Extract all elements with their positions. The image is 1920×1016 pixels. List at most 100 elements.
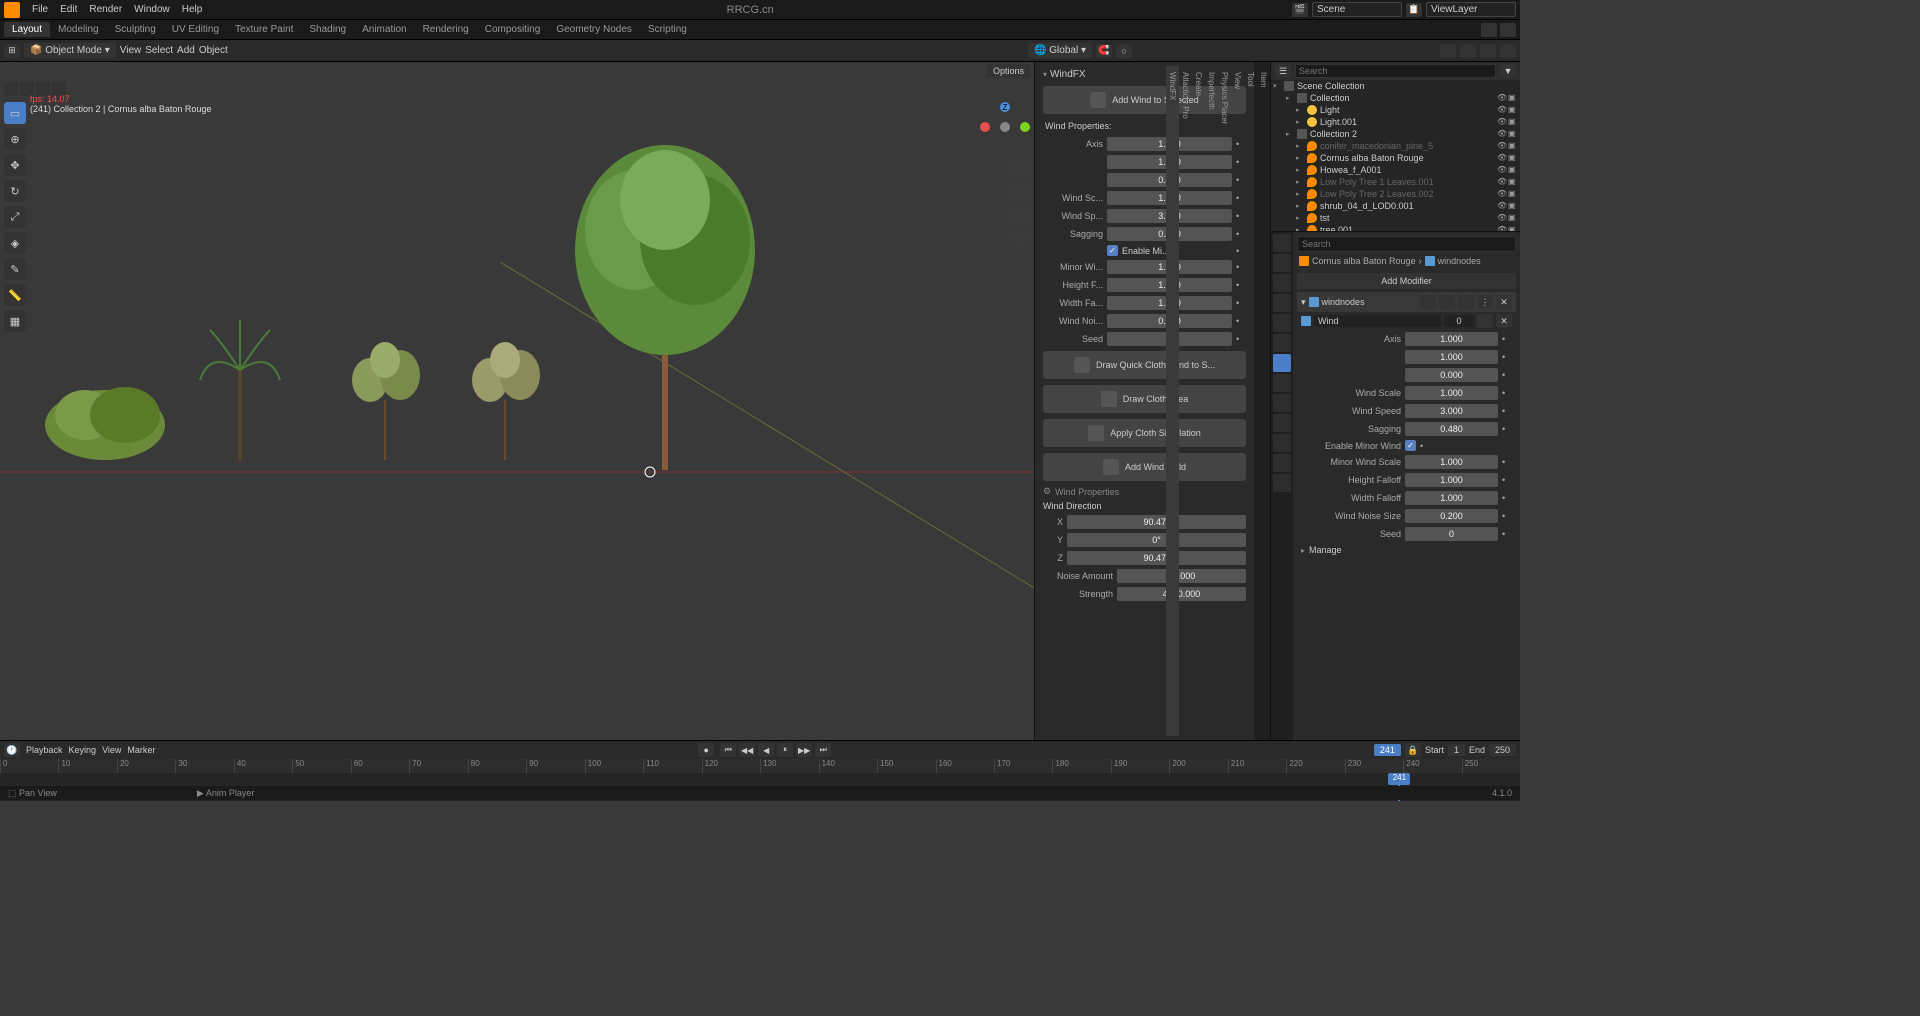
value-field[interactable]: 1.000 bbox=[1405, 332, 1498, 346]
prop-tab-object-icon[interactable] bbox=[1273, 334, 1291, 352]
menu-render[interactable]: Render bbox=[83, 4, 128, 15]
axis-z-icon[interactable]: Z bbox=[1000, 102, 1010, 112]
value-field[interactable]: 1.000 bbox=[1405, 455, 1498, 469]
editor-type-icon[interactable]: ⊞ bbox=[4, 44, 20, 58]
proportional-icon[interactable]: ○ bbox=[1116, 44, 1132, 58]
prop-tab-particle-icon[interactable] bbox=[1273, 374, 1291, 392]
prop-tab-world-icon[interactable] bbox=[1273, 314, 1291, 332]
tl-playback[interactable]: Playback bbox=[26, 745, 63, 755]
scene-icon[interactable]: 🎬 bbox=[1292, 3, 1308, 17]
tab-shading[interactable]: Shading bbox=[301, 22, 354, 37]
mode-dropdown[interactable]: 📦 Object Mode ▾ bbox=[24, 43, 116, 58]
checkbox[interactable] bbox=[1405, 440, 1416, 451]
persp-icon[interactable] bbox=[1010, 227, 1030, 247]
plant-shrub[interactable] bbox=[40, 360, 170, 460]
tab-geonodes[interactable]: Geometry Nodes bbox=[548, 22, 640, 37]
tool-rotate[interactable]: ↻ bbox=[4, 180, 26, 202]
tree-row[interactable]: ▸Collection 2👁▣ bbox=[1271, 128, 1520, 140]
hdr-view[interactable]: View bbox=[120, 45, 142, 56]
tab-texture[interactable]: Texture Paint bbox=[227, 22, 301, 37]
tree-row[interactable]: ▸Low Poly Tree 1 Leaves.001👁▣ bbox=[1271, 176, 1520, 188]
current-frame[interactable]: 241 bbox=[1374, 744, 1401, 756]
pause-icon[interactable]: ⏸ bbox=[777, 743, 793, 757]
nodegroup-field[interactable]: Wind bbox=[1314, 315, 1441, 327]
menu-help[interactable]: Help bbox=[176, 4, 209, 15]
menu-file[interactable]: File bbox=[26, 4, 54, 15]
tab-modeling[interactable]: Modeling bbox=[50, 22, 107, 37]
value-field[interactable]: 1.000 bbox=[1405, 350, 1498, 364]
shading-matprev-icon[interactable] bbox=[1480, 44, 1496, 58]
tree-row[interactable]: ▸Collection👁▣ bbox=[1271, 92, 1520, 104]
tree-scene-collection[interactable]: ▾ Scene Collection bbox=[1271, 80, 1520, 92]
prop-tab-texture-icon[interactable] bbox=[1273, 474, 1291, 492]
tool-transform[interactable]: ◈ bbox=[4, 232, 26, 254]
tool-measure[interactable]: 📏 bbox=[4, 284, 26, 306]
vtab-create[interactable]: Create bbox=[1192, 66, 1205, 736]
tl-view[interactable]: View bbox=[102, 745, 121, 755]
tl-keying[interactable]: Keying bbox=[69, 745, 97, 755]
nodegroup-users[interactable]: 0 bbox=[1444, 315, 1474, 327]
shading-solid-icon[interactable] bbox=[1460, 44, 1476, 58]
tree-row[interactable]: ▸shrub_04_d_LOD0.001👁▣ bbox=[1271, 200, 1520, 212]
tool-select-box[interactable]: ▭ bbox=[4, 102, 26, 124]
prop-tab-modifier-icon[interactable] bbox=[1273, 354, 1291, 372]
mod-close-icon[interactable]: ✕ bbox=[1496, 295, 1512, 309]
prop-tab-scene-icon[interactable] bbox=[1273, 294, 1291, 312]
zoom-icon[interactable] bbox=[1010, 158, 1030, 178]
value-field[interactable]: 1.000 bbox=[1405, 473, 1498, 487]
prev-key-icon[interactable]: ◀◀ bbox=[739, 743, 755, 757]
plant-palm[interactable] bbox=[190, 320, 290, 460]
overlay-toggle-icon[interactable] bbox=[1481, 23, 1497, 37]
hdr-add[interactable]: Add bbox=[177, 45, 195, 56]
prop-tab-viewlayer-icon[interactable] bbox=[1273, 274, 1291, 292]
filter-icon[interactable]: ▼ bbox=[1500, 64, 1516, 78]
mod-render-icon[interactable] bbox=[1439, 295, 1455, 309]
prop-tab-constraint-icon[interactable] bbox=[1273, 414, 1291, 432]
tab-uv[interactable]: UV Editing bbox=[164, 22, 227, 37]
value-field[interactable]: 0.200 bbox=[1405, 509, 1498, 523]
outliner-search[interactable] bbox=[1295, 64, 1496, 78]
prop-tab-render-icon[interactable] bbox=[1273, 234, 1291, 252]
tab-sculpting[interactable]: Sculpting bbox=[107, 22, 164, 37]
vtab-view[interactable]: View bbox=[1231, 66, 1244, 736]
add-modifier-button[interactable]: Add Modifier bbox=[1297, 273, 1516, 289]
tree-row[interactable]: ▸Howea_f_A001👁▣ bbox=[1271, 164, 1520, 176]
nodegroup-unlink-icon[interactable]: ✕ bbox=[1496, 314, 1512, 328]
tree-row[interactable]: ▸tst👁▣ bbox=[1271, 212, 1520, 224]
tl-marker[interactable]: Marker bbox=[127, 745, 155, 755]
next-key-icon[interactable]: ▶▶ bbox=[796, 743, 812, 757]
menu-window[interactable]: Window bbox=[128, 4, 176, 15]
orientation-dropdown[interactable]: 🌐 Global ▾ bbox=[1028, 43, 1092, 58]
axis-y-icon[interactable] bbox=[1020, 122, 1030, 132]
plant-tree-large[interactable] bbox=[560, 140, 770, 470]
value-field[interactable]: 3.000 bbox=[1405, 404, 1498, 418]
tree-row[interactable]: ▸conifer_macedonian_pine_5👁▣ bbox=[1271, 140, 1520, 152]
tab-layout[interactable]: Layout bbox=[4, 22, 50, 37]
select-mode-icon[interactable] bbox=[4, 82, 18, 96]
prop-tab-data-icon[interactable] bbox=[1273, 434, 1291, 452]
tab-compositing[interactable]: Compositing bbox=[477, 22, 549, 37]
scene-field[interactable] bbox=[1312, 2, 1402, 17]
outliner-editor-icon[interactable]: ☰ bbox=[1275, 64, 1291, 78]
vtab-imperfect[interactable]: Imperfecth bbox=[1205, 66, 1218, 736]
mod-editmode-icon[interactable] bbox=[1458, 295, 1474, 309]
tree-row[interactable]: ▸Cornus alba Baton Rouge👁▣ bbox=[1271, 152, 1520, 164]
value-field[interactable]: 0.480 bbox=[1405, 422, 1498, 436]
enable-minor-checkbox[interactable] bbox=[1107, 245, 1118, 256]
vtab-physics[interactable]: Physics Placer bbox=[1218, 66, 1231, 736]
viewlayer-icon[interactable]: 📋 bbox=[1406, 3, 1422, 17]
end-frame[interactable]: 250 bbox=[1489, 744, 1516, 756]
value-field[interactable]: 0 bbox=[1405, 527, 1498, 541]
mod-realtime-icon[interactable] bbox=[1420, 295, 1436, 309]
tree-row[interactable]: ▸tree.001👁▣ bbox=[1271, 224, 1520, 232]
timeline-editor-icon[interactable]: 🕐 bbox=[4, 743, 20, 757]
value-field[interactable]: 1.000 bbox=[1405, 386, 1498, 400]
value-field[interactable]: 1.000 bbox=[1405, 491, 1498, 505]
shading-rendered-icon[interactable] bbox=[1500, 44, 1516, 58]
jump-end-icon[interactable]: ⏭ bbox=[815, 743, 831, 757]
shading-wire-icon[interactable] bbox=[1440, 44, 1456, 58]
tool-move[interactable]: ✥ bbox=[4, 154, 26, 176]
plant-bush1[interactable] bbox=[330, 330, 440, 460]
snap-icon[interactable]: 🧲 bbox=[1096, 44, 1112, 58]
start-frame[interactable]: 1 bbox=[1448, 744, 1465, 756]
